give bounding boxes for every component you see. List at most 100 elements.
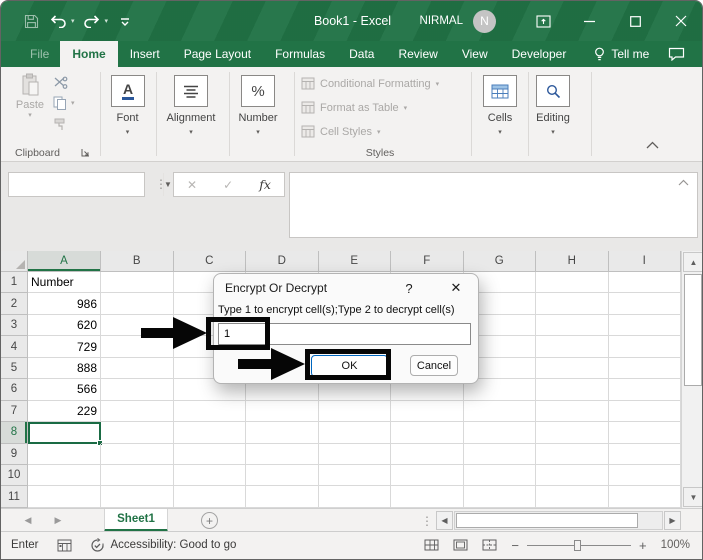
- tab-formulas[interactable]: Formulas: [263, 41, 337, 67]
- cell-B2[interactable]: [101, 293, 174, 314]
- col-header-I[interactable]: I: [609, 251, 682, 272]
- cell-D10[interactable]: [246, 465, 319, 486]
- cell-I9[interactable]: [609, 444, 682, 465]
- cell-styles-button[interactable]: Cell Styles▾: [301, 125, 380, 138]
- cell-G11[interactable]: [464, 486, 537, 507]
- cell-B6[interactable]: [101, 379, 174, 400]
- cell-G8[interactable]: [464, 422, 537, 443]
- cell-D9[interactable]: [246, 444, 319, 465]
- tab-home[interactable]: Home: [60, 41, 117, 67]
- conditional-formatting-button[interactable]: Conditional Formatting▾: [301, 77, 439, 90]
- cell-C11[interactable]: [174, 486, 247, 507]
- sheet-tab[interactable]: Sheet1: [104, 509, 168, 532]
- format-painter-icon[interactable]: [53, 117, 67, 131]
- confirm-entry-icon[interactable]: ✓: [223, 178, 233, 192]
- cell-B1[interactable]: [101, 272, 174, 293]
- cell-I1[interactable]: [609, 272, 682, 293]
- ribbon-display-options-icon[interactable]: [520, 1, 566, 41]
- cell-G10[interactable]: [464, 465, 537, 486]
- cell-H10[interactable]: [536, 465, 609, 486]
- cell-I3[interactable]: [609, 315, 682, 336]
- cell-F11[interactable]: [391, 486, 464, 507]
- minimize-button[interactable]: [566, 1, 612, 41]
- prev-sheet-icon[interactable]: ◀: [15, 509, 41, 532]
- tab-review[interactable]: Review: [386, 41, 449, 67]
- normal-view-icon[interactable]: [424, 539, 439, 551]
- cell-F9[interactable]: [391, 444, 464, 465]
- cell-I11[interactable]: [609, 486, 682, 507]
- cell-A10[interactable]: [28, 465, 101, 486]
- comments-icon[interactable]: [658, 41, 694, 67]
- cell-G9[interactable]: [464, 444, 537, 465]
- cell-H1[interactable]: [536, 272, 609, 293]
- cell-H11[interactable]: [536, 486, 609, 507]
- cell-E9[interactable]: [319, 444, 392, 465]
- cell-B11[interactable]: [101, 486, 174, 507]
- cell-B7[interactable]: [101, 401, 174, 422]
- cell-B9[interactable]: [101, 444, 174, 465]
- cell-A8[interactable]: [28, 422, 101, 443]
- cut-icon[interactable]: [53, 76, 68, 89]
- horizontal-scroll-thumb[interactable]: [456, 513, 638, 528]
- vertical-scroll-thumb[interactable]: [684, 274, 702, 386]
- save-icon[interactable]: [21, 10, 41, 32]
- row-header-7[interactable]: 7: [1, 401, 28, 422]
- new-sheet-icon[interactable]: +: [201, 512, 218, 529]
- cell-E10[interactable]: [319, 465, 392, 486]
- formula-input[interactable]: [289, 172, 698, 238]
- cell-I2[interactable]: [609, 293, 682, 314]
- cell-H8[interactable]: [536, 422, 609, 443]
- avatar[interactable]: N: [473, 10, 496, 33]
- copy-dropdown-icon[interactable]: ▾: [71, 99, 75, 107]
- cell-I10[interactable]: [609, 465, 682, 486]
- macro-record-icon[interactable]: [57, 539, 72, 552]
- accessibility-status[interactable]: Accessibility: Good to go: [111, 539, 237, 551]
- zoom-level[interactable]: 100%: [661, 539, 690, 551]
- scroll-left-icon[interactable]: ◀: [436, 511, 453, 530]
- row-header-3[interactable]: 3: [1, 315, 28, 336]
- cancel-entry-icon[interactable]: ✕: [187, 178, 197, 192]
- redo-icon[interactable]: [82, 10, 102, 32]
- cell-H2[interactable]: [536, 293, 609, 314]
- row-header-6[interactable]: 6: [1, 379, 28, 400]
- redo-dropdown-icon[interactable]: ▾: [105, 17, 109, 25]
- scroll-down-icon[interactable]: ▼: [683, 487, 703, 507]
- alignment-dropdown-icon[interactable]: ▾: [161, 128, 221, 136]
- cells-button[interactable]: [483, 75, 517, 107]
- format-as-table-button[interactable]: Format as Table▾: [301, 101, 407, 114]
- cell-A1[interactable]: Number: [28, 272, 101, 293]
- horizontal-scrollbar[interactable]: [454, 511, 663, 530]
- maximize-button[interactable]: [612, 1, 658, 41]
- insert-function-icon[interactable]: fx: [259, 177, 271, 192]
- dialog-help-button[interactable]: ?: [397, 277, 421, 299]
- collapse-ribbon-icon[interactable]: [646, 141, 659, 149]
- next-sheet-icon[interactable]: ▶: [45, 509, 71, 532]
- cell-H5[interactable]: [536, 358, 609, 379]
- close-button[interactable]: [658, 1, 703, 41]
- tab-page-layout[interactable]: Page Layout: [172, 41, 263, 67]
- number-dropdown-icon[interactable]: ▾: [230, 128, 286, 136]
- cell-H6[interactable]: [536, 379, 609, 400]
- tab-scrollbar-grip-icon[interactable]: ⋮: [421, 514, 433, 528]
- cell-D8[interactable]: [246, 422, 319, 443]
- cell-I8[interactable]: [609, 422, 682, 443]
- select-all-corner[interactable]: [1, 251, 28, 272]
- tab-data[interactable]: Data: [337, 41, 386, 67]
- cell-H4[interactable]: [536, 336, 609, 357]
- cell-E8[interactable]: [319, 422, 392, 443]
- font-button[interactable]: A: [111, 75, 145, 107]
- undo-dropdown-icon[interactable]: ▾: [71, 17, 75, 25]
- cell-A4[interactable]: 729: [28, 336, 101, 357]
- cell-A3[interactable]: 620: [28, 315, 101, 336]
- tell-me[interactable]: Tell me: [584, 41, 659, 67]
- dialog-close-icon[interactable]: ✕: [442, 277, 470, 299]
- cell-A11[interactable]: [28, 486, 101, 507]
- cell-A9[interactable]: [28, 444, 101, 465]
- col-header-D[interactable]: D: [246, 251, 319, 272]
- cell-H7[interactable]: [536, 401, 609, 422]
- row-header-2[interactable]: 2: [1, 293, 28, 314]
- cell-B10[interactable]: [101, 465, 174, 486]
- cell-A2[interactable]: 986: [28, 293, 101, 314]
- number-button[interactable]: %: [241, 75, 275, 107]
- tab-view[interactable]: View: [450, 41, 500, 67]
